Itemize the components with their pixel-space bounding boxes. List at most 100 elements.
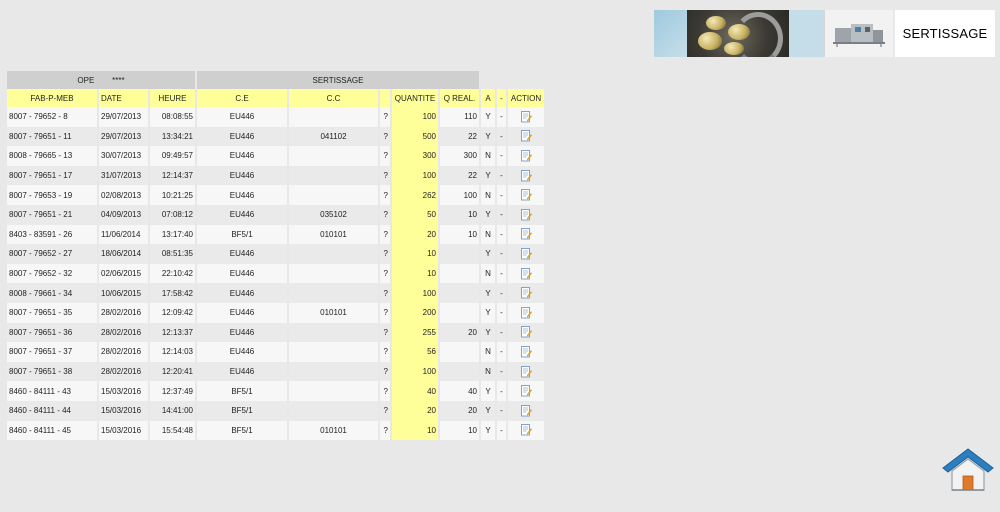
cell-action <box>508 420 544 441</box>
cell-ce: BF5/1 <box>197 400 287 421</box>
cell-heure: 22:10:42 <box>150 263 195 284</box>
cell-dash: - <box>497 126 506 147</box>
edit-document-icon[interactable] <box>520 110 532 123</box>
cell-heure: 08:51:35 <box>150 244 195 264</box>
cell-quantite: 262 <box>392 185 438 205</box>
col-header-action: ACTION <box>508 89 544 107</box>
cell-a: Y <box>481 302 495 323</box>
cell-action <box>508 263 544 284</box>
cell-fab: 8007 - 79651 - 35 <box>7 302 97 323</box>
cell-cc <box>289 400 378 421</box>
cell-quantite: 20 <box>392 224 438 245</box>
cell-dash: - <box>497 400 506 421</box>
cell-fab: 8007 - 79651 - 21 <box>7 204 97 225</box>
cell-a: Y <box>481 420 495 441</box>
edit-document-icon[interactable] <box>520 365 532 378</box>
edit-document-icon[interactable] <box>520 326 532 338</box>
cell-dash: - <box>497 165 506 186</box>
cell-cc <box>289 381 378 401</box>
cell-quantite: 56 <box>392 342 438 362</box>
cell-quantite: 300 <box>392 146 438 166</box>
cell-ce: EU446 <box>197 263 287 284</box>
cell-a: Y <box>481 283 495 303</box>
cell-cc <box>289 342 378 362</box>
cell-ce: BF5/1 <box>197 381 287 401</box>
cell-qreal: 20 <box>440 400 479 421</box>
cell-quantite: 100 <box>392 107 438 127</box>
cell-query: ? <box>380 381 390 401</box>
cell-query: ? <box>380 342 390 362</box>
cell-dash: - <box>497 107 506 127</box>
edit-document-icon[interactable] <box>520 287 532 299</box>
col-header-quantite: QUANTITE <box>392 89 438 107</box>
edit-document-icon[interactable] <box>520 130 532 142</box>
cell-a: N <box>481 224 495 245</box>
cell-date: 28/02/2016 <box>99 361 148 382</box>
cell-cc: 041102 <box>289 126 378 147</box>
section-sertissage: SERTISSAGE <box>197 71 479 89</box>
cell-cc: 010101 <box>289 224 378 245</box>
cell-heure: 12:09:42 <box>150 302 195 323</box>
edit-document-icon[interactable] <box>520 404 532 417</box>
cell-ce: EU446 <box>197 342 287 362</box>
cell-action <box>508 244 544 264</box>
edit-document-icon[interactable] <box>520 169 532 182</box>
cell-qreal: 20 <box>440 322 479 343</box>
cell-dash: - <box>497 381 506 401</box>
edit-document-icon[interactable] <box>520 228 532 240</box>
cell-qreal: 40 <box>440 381 479 401</box>
section-header-row: OPE **** SERTISSAGE <box>7 71 544 89</box>
cell-heure: 07:08:12 <box>150 204 195 225</box>
cell-action <box>508 302 544 323</box>
edit-document-icon[interactable] <box>520 424 532 436</box>
home-button[interactable] <box>940 446 996 492</box>
edit-document-icon[interactable] <box>520 346 532 358</box>
cell-cc <box>289 107 378 127</box>
edit-document-icon[interactable] <box>520 248 532 260</box>
table-row: 8007 - 79651 - 11 29/07/2013 13:34:21 EU446… <box>7 126 544 147</box>
cell-dash: - <box>497 224 506 245</box>
col-header-qreal: Q REAL. <box>440 89 479 107</box>
cell-query: ? <box>380 244 390 264</box>
table-row: 8007 - 79653 - 19 02/08/2013 10:21:25 EU446… <box>7 185 544 205</box>
cell-cc <box>289 244 378 264</box>
cell-quantite: 500 <box>392 126 438 147</box>
cell-heure: 12:13:37 <box>150 322 195 343</box>
cell-heure: 09:49:57 <box>150 146 195 166</box>
cell-ce: EU446 <box>197 322 287 343</box>
table-row: 8460 - 84111 - 44 15/03/2016 14:41:00 BF5/1… <box>7 400 544 421</box>
cell-cc <box>289 185 378 205</box>
cell-fab: 8460 - 84111 - 43 <box>7 381 97 401</box>
cell-query: ? <box>380 126 390 147</box>
edit-document-icon[interactable] <box>520 150 532 162</box>
cell-action <box>508 126 544 147</box>
cell-a: N <box>481 342 495 362</box>
col-header-dash: - <box>497 89 506 107</box>
edit-document-icon[interactable] <box>520 189 532 201</box>
sertissage-table: OPE **** SERTISSAGE FAB-P-MEB DATE HEURE… <box>5 71 546 441</box>
cell-quantite: 10 <box>392 244 438 264</box>
edit-document-icon[interactable] <box>520 306 532 319</box>
cell-dash: - <box>497 263 506 284</box>
cell-dash: - <box>497 146 506 166</box>
cell-fab: 8007 - 79651 - 36 <box>7 322 97 343</box>
cell-action <box>508 146 544 166</box>
cell-ce: EU446 <box>197 126 287 147</box>
col-header-heure: HEURE <box>150 89 195 107</box>
table-row: 8008 - 79661 - 34 10/06/2015 17:58:42 EU446… <box>7 283 544 303</box>
edit-document-icon[interactable] <box>520 385 532 397</box>
brand-title: SERTISSAGE <box>895 10 995 57</box>
edit-document-icon[interactable] <box>520 208 532 221</box>
cell-query: ? <box>380 322 390 343</box>
cell-query: ? <box>380 263 390 284</box>
edit-document-icon[interactable] <box>520 267 532 280</box>
cell-fab: 8007 - 79652 - 32 <box>7 263 97 284</box>
cell-fab: 8008 - 79665 - 13 <box>7 146 97 166</box>
cell-qreal <box>440 283 479 303</box>
cell-a: Y <box>481 126 495 147</box>
cell-date: 30/07/2013 <box>99 146 148 166</box>
cell-a: N <box>481 361 495 382</box>
cell-qreal: 300 <box>440 146 479 166</box>
cell-query: ? <box>380 146 390 166</box>
cell-a: N <box>481 146 495 166</box>
